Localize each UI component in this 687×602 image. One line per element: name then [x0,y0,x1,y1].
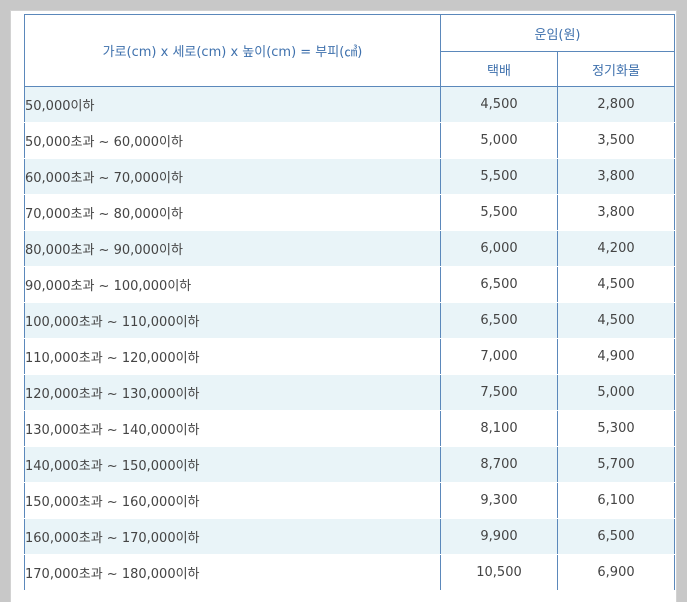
table-row: 50,000이하 4,500 2,800 [24,86,675,123]
range-cell: 70,000초과 ~ 80,000이하 [24,194,441,231]
courier-rate-cell: 7,000 [440,338,558,375]
courier-rate-cell: 7,500 [440,374,558,411]
table-row: 150,000초과 ~ 160,000이하 9,300 6,100 [24,482,675,519]
range-cell: 120,000초과 ~ 130,000이하 [24,374,441,411]
cargo-rate-cell: 4,500 [557,266,675,303]
range-cell: 90,000초과 ~ 100,000이하 [24,266,441,303]
range-cell: 80,000초과 ~ 90,000이하 [24,230,441,267]
table-row: 80,000초과 ~ 90,000이하 6,000 4,200 [24,230,675,267]
cargo-rate-cell: 5,000 [557,374,675,411]
courier-rate-cell: 5,500 [440,158,558,195]
range-cell: 130,000초과 ~ 140,000이하 [24,410,441,447]
courier-rate-cell: 8,700 [440,446,558,483]
courier-rate-cell: 5,000 [440,122,558,159]
cargo-rate-cell: 6,100 [557,482,675,519]
content-frame: 가로(cm) x 세로(cm) x 높이(cm) = 부피(㎤) 운임(원) 택… [10,10,677,602]
table-body: 50,000이하 4,500 2,800 50,000초과 ~ 60,000이하 5,0… [24,86,675,591]
courier-rate-cell: 6,500 [440,266,558,303]
range-cell: 50,000초과 ~ 60,000이하 [24,122,441,159]
range-cell: 110,000초과 ~ 120,000이하 [24,338,441,375]
courier-rate-cell: 9,900 [440,518,558,555]
header-fare: 운임(원) [440,14,675,52]
courier-rate-cell: 10,500 [440,554,558,591]
cargo-rate-cell: 6,500 [557,518,675,555]
courier-rate-cell: 9,300 [440,482,558,519]
table-row: 140,000초과 ~ 150,000이하 8,700 5,700 [24,446,675,483]
cargo-rate-cell: 5,300 [557,410,675,447]
range-cell: 150,000초과 ~ 160,000이하 [24,482,441,519]
cargo-rate-cell: 6,900 [557,554,675,591]
table-row: 70,000초과 ~ 80,000이하 5,500 3,800 [24,194,675,231]
table-row: 60,000초과 ~ 70,000이하 5,500 3,800 [24,158,675,195]
table-row: 90,000초과 ~ 100,000이하 6,500 4,500 [24,266,675,303]
cargo-rate-cell: 3,500 [557,122,675,159]
table-header: 가로(cm) x 세로(cm) x 높이(cm) = 부피(㎤) 운임(원) 택… [24,14,675,87]
shipping-rate-table: 가로(cm) x 세로(cm) x 높이(cm) = 부피(㎤) 운임(원) 택… [24,14,675,591]
courier-rate-cell: 4,500 [440,86,558,123]
range-cell: 140,000초과 ~ 150,000이하 [24,446,441,483]
cargo-rate-cell: 4,500 [557,302,675,339]
range-cell: 160,000초과 ~ 170,000이하 [24,518,441,555]
courier-rate-cell: 5,500 [440,194,558,231]
table-row: 50,000초과 ~ 60,000이하 5,000 3,500 [24,122,675,159]
table-row: 110,000초과 ~ 120,000이하 7,000 4,900 [24,338,675,375]
table-row: 160,000초과 ~ 170,000이하 9,900 6,500 [24,518,675,555]
courier-rate-cell: 6,000 [440,230,558,267]
range-cell: 60,000초과 ~ 70,000이하 [24,158,441,195]
cargo-rate-cell: 5,700 [557,446,675,483]
cargo-rate-cell: 4,200 [557,230,675,267]
table-row: 170,000초과 ~ 180,000이하 10,500 6,900 [24,554,675,591]
range-cell: 170,000초과 ~ 180,000이하 [24,554,441,591]
header-courier: 택배 [440,51,558,87]
cargo-rate-cell: 3,800 [557,194,675,231]
courier-rate-cell: 8,100 [440,410,558,447]
courier-rate-cell: 6,500 [440,302,558,339]
cargo-rate-cell: 2,800 [557,86,675,123]
header-dimension: 가로(cm) x 세로(cm) x 높이(cm) = 부피(㎤) [24,14,441,87]
cargo-rate-cell: 3,800 [557,158,675,195]
range-cell: 50,000이하 [24,86,441,123]
table-row: 130,000초과 ~ 140,000이하 8,100 5,300 [24,410,675,447]
header-regular-cargo: 정기화물 [557,51,675,87]
range-cell: 100,000초과 ~ 110,000이하 [24,302,441,339]
table-row: 120,000초과 ~ 130,000이하 7,500 5,000 [24,374,675,411]
cargo-rate-cell: 4,900 [557,338,675,375]
table-row: 100,000초과 ~ 110,000이하 6,500 4,500 [24,302,675,339]
